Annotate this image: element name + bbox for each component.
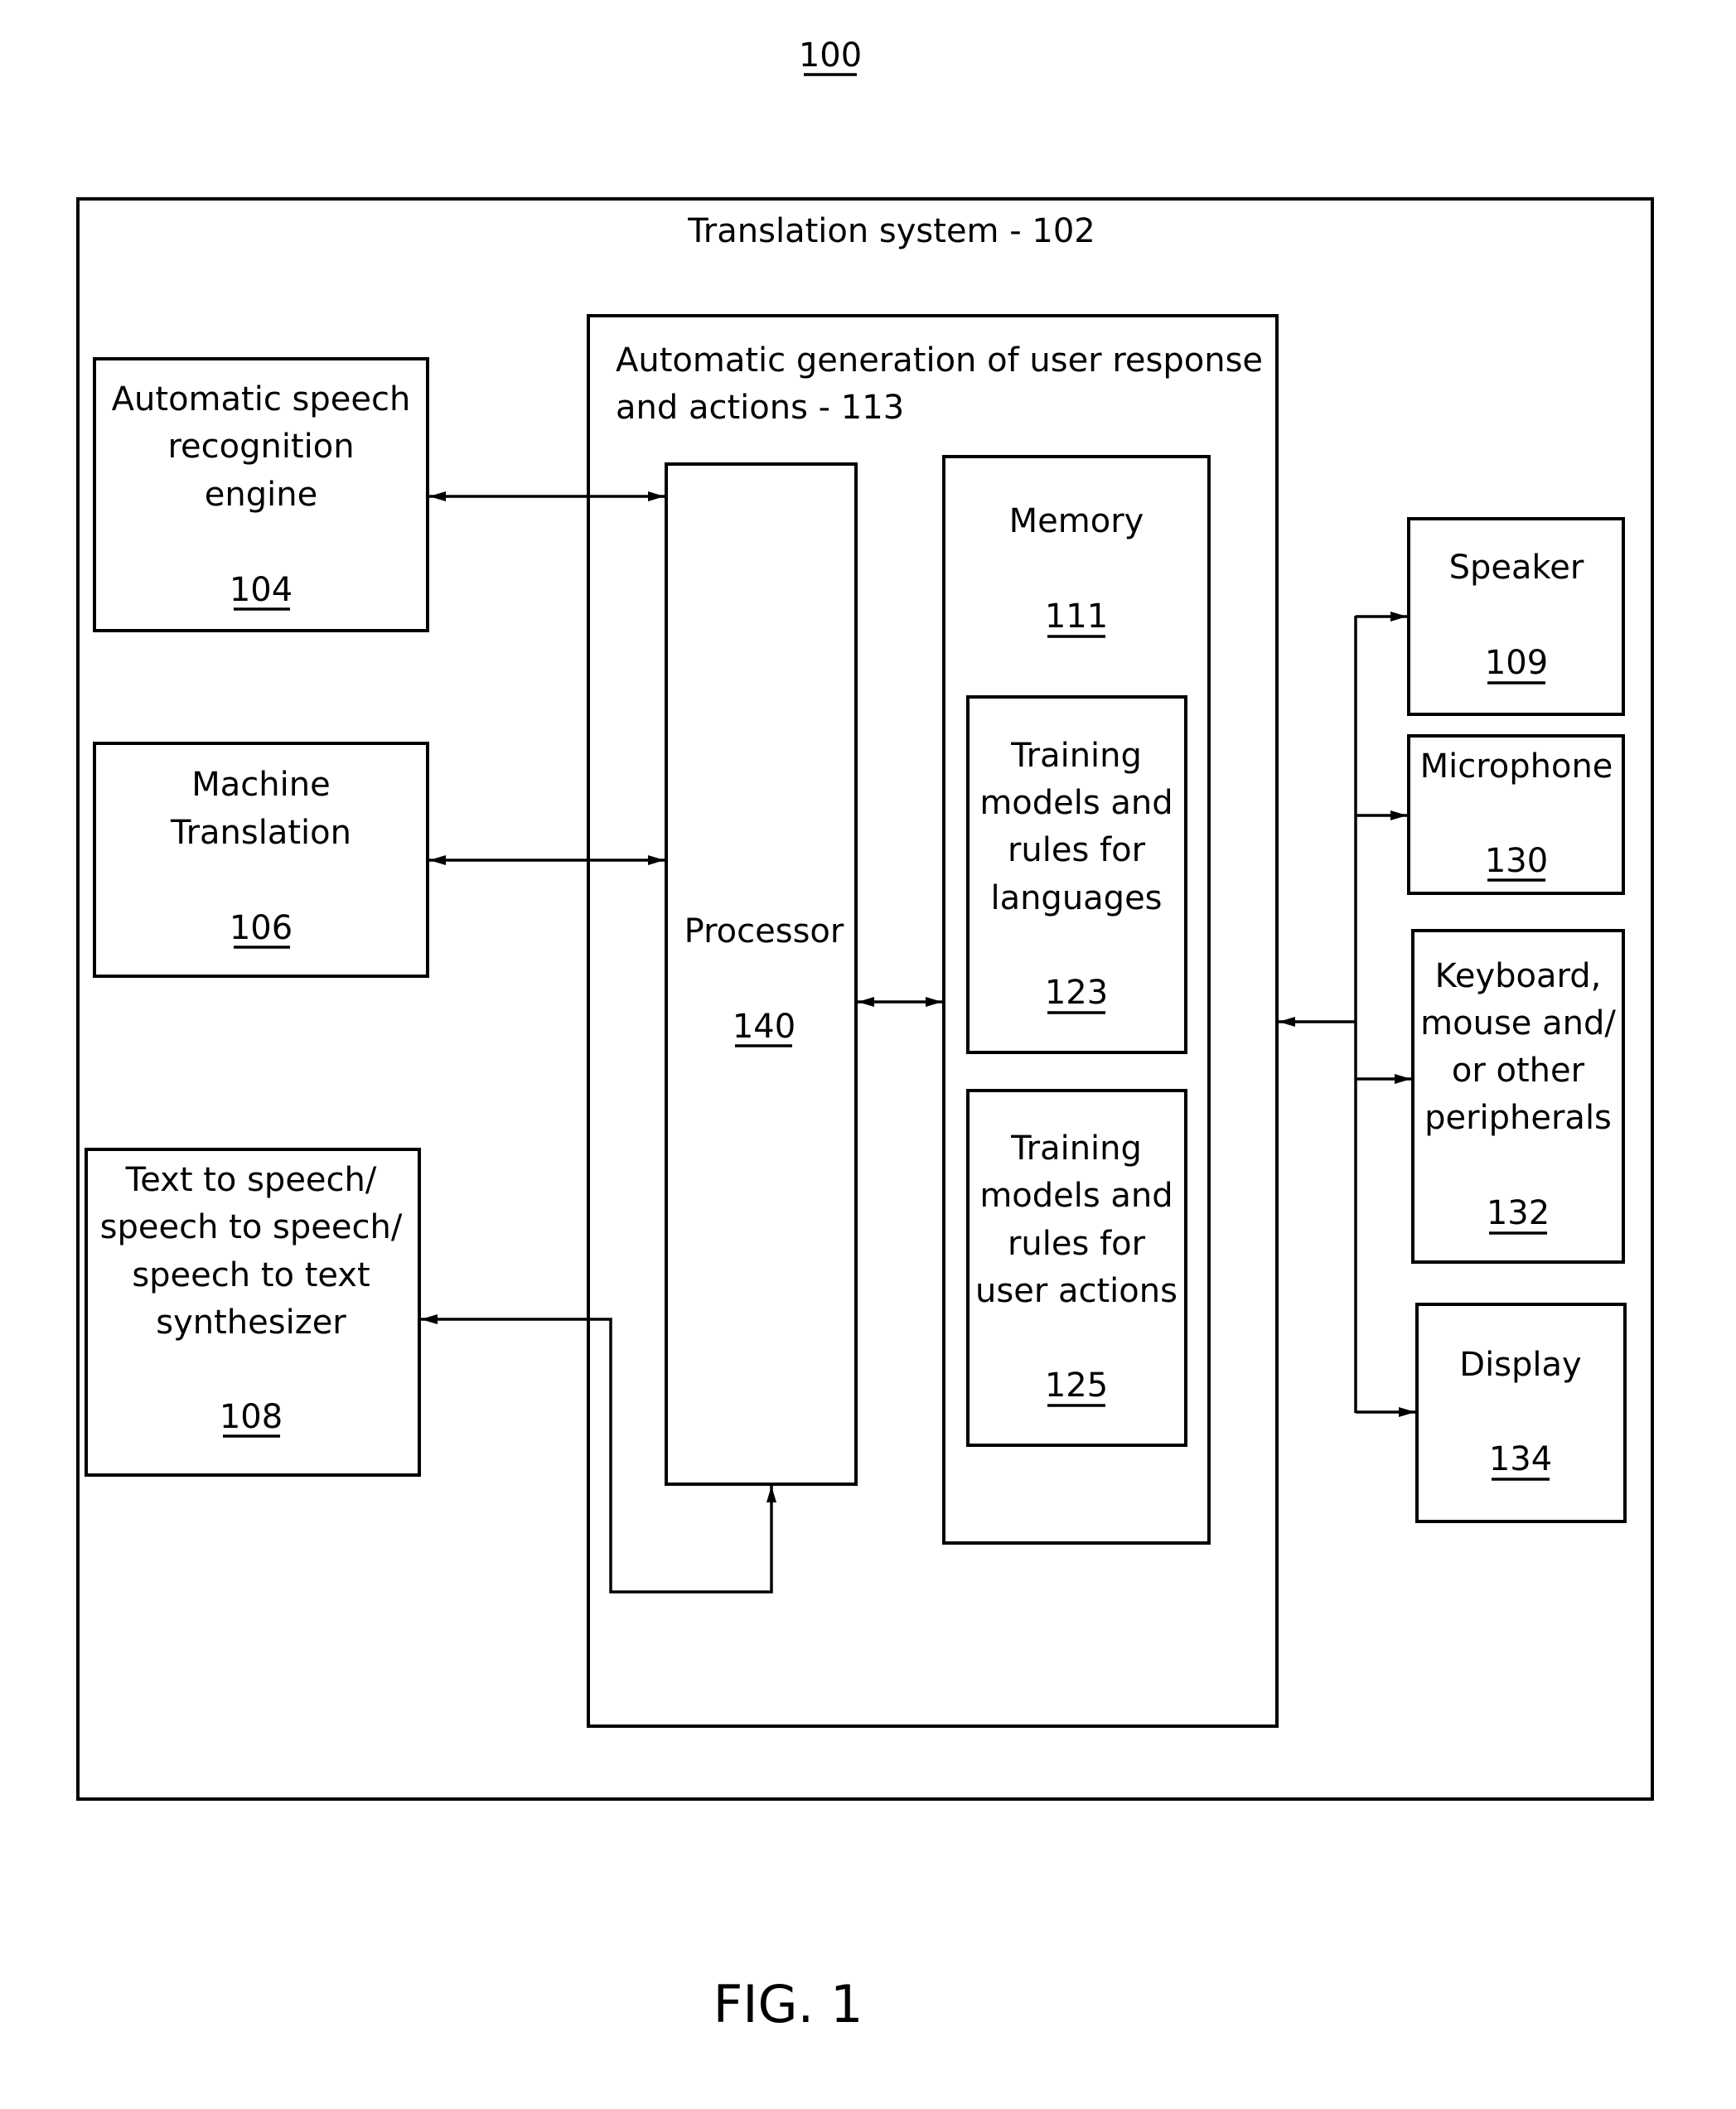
display-ref: 134 — [1489, 1440, 1552, 1478]
memory-ref: 111 — [1045, 597, 1108, 636]
processor-block: Processor 140 — [665, 462, 858, 1486]
peripherals-label-line2: mouse and/ — [1420, 1004, 1616, 1042]
microphone-block: Microphone 130 — [1407, 734, 1625, 895]
peripherals-block: Keyboard, mouse and/ or other peripheral… — [1411, 929, 1625, 1264]
display-block: Display 134 — [1415, 1303, 1627, 1523]
processor-ref: 140 — [733, 1008, 795, 1046]
language-models-ref: 123 — [1045, 974, 1108, 1012]
language-models-label-line4: languages — [990, 879, 1162, 917]
action-models-label-line4: user actions — [975, 1272, 1177, 1310]
asr-engine-label-line1: Automatic speech — [112, 380, 411, 418]
asr-engine-block: Automatic speech recognition engine 104 — [93, 357, 429, 632]
peripherals-label-line1: Keyboard, — [1435, 957, 1602, 995]
synthesizer-label-line1: Text to speech/ — [125, 1161, 377, 1199]
generator-title-line2: and actions - 113 — [616, 389, 904, 427]
action-models-label-line1: Training — [1010, 1129, 1142, 1168]
figure-reference: 100 — [799, 36, 862, 76]
asr-engine-label-line3: engine — [205, 476, 317, 514]
generator-title-line1: Automatic generation of user response — [616, 341, 1263, 380]
language-models-label-line2: models and — [979, 784, 1173, 822]
action-models-label-line2: models and — [979, 1177, 1173, 1215]
microphone-label: Microphone — [1420, 747, 1613, 786]
language-models-label-line3: rules for — [1008, 831, 1146, 869]
translation-system-title: Translation system - 102 — [687, 212, 1095, 250]
peripherals-label-line3: or other — [1452, 1052, 1585, 1090]
peripherals-label-line4: peripherals — [1424, 1099, 1612, 1137]
peripherals-ref: 132 — [1487, 1194, 1550, 1232]
processor-box — [665, 462, 858, 1486]
synthesizer-label-line3: speech to text — [132, 1256, 370, 1294]
processor-label: Processor — [684, 912, 844, 951]
action-models-ref: 125 — [1045, 1366, 1108, 1405]
language-models-label-line1: Training — [1010, 737, 1142, 775]
machine-translation-block: Machine Translation 106 — [93, 742, 429, 978]
machine-translation-label-line2: Translation — [170, 814, 351, 852]
machine-translation-label-line1: Machine — [191, 766, 330, 804]
speaker-label: Speaker — [1449, 549, 1584, 587]
figure-caption: FIG. 1 — [713, 1974, 863, 2034]
language-models-block: Training models and rules for languages … — [966, 695, 1187, 1054]
figure-reference-number: 100 — [799, 36, 862, 75]
display-label: Display — [1459, 1346, 1581, 1384]
synthesizer-label-line4: synthesizer — [156, 1304, 346, 1342]
system-block-diagram: 100 Translation system - 102 Automatic g… — [76, 36, 1654, 2034]
speaker-ref: 109 — [1485, 644, 1548, 682]
action-models-block: Training models and rules for user actio… — [966, 1089, 1187, 1447]
memory-label: Memory — [1009, 502, 1144, 540]
action-models-label-line3: rules for — [1008, 1225, 1146, 1263]
machine-translation-ref: 106 — [230, 909, 293, 947]
asr-engine-ref: 104 — [230, 571, 293, 609]
display-box — [1415, 1303, 1627, 1523]
asr-engine-label-line2: recognition — [167, 428, 354, 466]
synthesizer-block: Text to speech/ speech to speech/ speech… — [85, 1148, 421, 1477]
synthesizer-label-line2: speech to speech/ — [100, 1208, 403, 1246]
speaker-block: Speaker 109 — [1407, 517, 1625, 716]
microphone-ref: 130 — [1485, 842, 1548, 880]
synthesizer-ref: 108 — [220, 1398, 283, 1436]
